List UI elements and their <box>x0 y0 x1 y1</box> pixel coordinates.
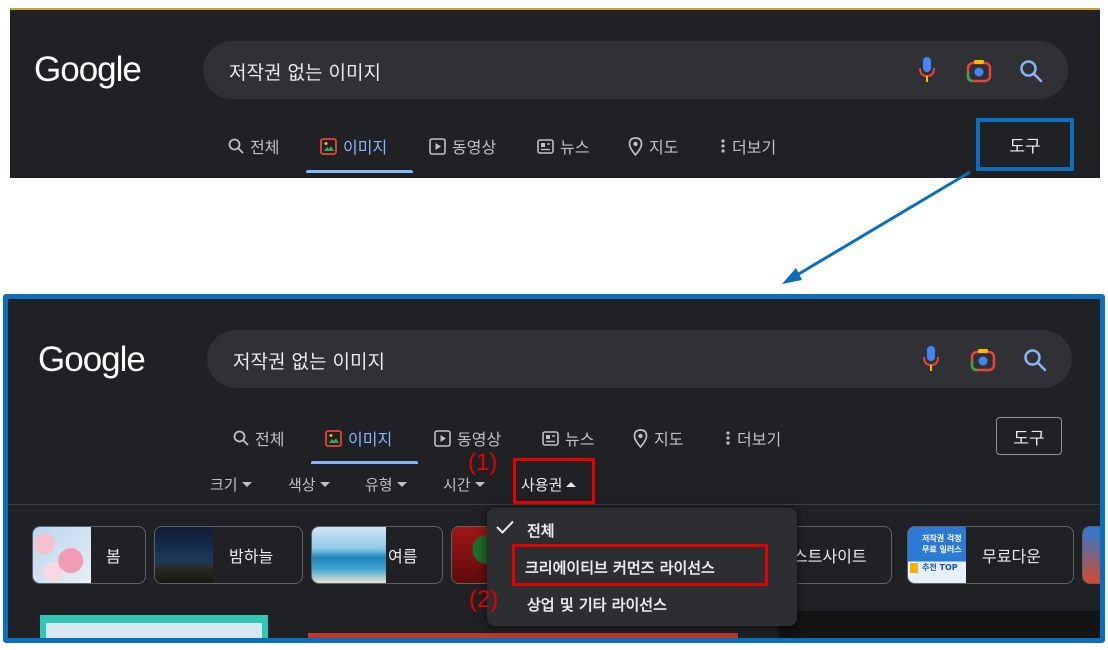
tab-maps[interactable]: 지도 <box>633 426 683 450</box>
tab-all[interactable]: 전체 <box>233 426 284 450</box>
tab-news[interactable]: 뉴스 <box>542 426 594 450</box>
annotation-arrow <box>782 170 971 284</box>
tab-images[interactable]: 이미지 <box>325 426 392 450</box>
play-icon <box>434 429 451 447</box>
filter-type[interactable]: 유형 <box>365 474 407 495</box>
filter-type-label: 유형 <box>365 476 393 494</box>
chip-thumbnail-text: 무료 일러스 <box>922 545 962 554</box>
chip-thumbnail <box>33 527 91 583</box>
license-option-all[interactable]: 전체 <box>527 520 555 541</box>
caret-down-icon <box>241 482 252 487</box>
chip-label: 밤하늘 <box>229 547 274 566</box>
annotation-step-2: (2) <box>469 586 499 613</box>
bottom-panel-frame: Google 저작권 없는 이미지 전체 이미지 동영상 뉴스 지도 더보기 도… <box>3 294 1105 643</box>
annotation-box-usage-rights <box>513 458 595 504</box>
image-icon <box>325 429 342 447</box>
chip-night-sky[interactable]: 밤하늘 <box>154 526 303 584</box>
chip-thumbnail <box>1083 527 1100 583</box>
annotation-box-creative-commons <box>512 544 768 586</box>
divider <box>8 504 1100 505</box>
caret-down-icon <box>474 482 485 487</box>
chip-thumbnail: 저작권 걱정 무료 일러스 추천 TOP <box>908 527 966 583</box>
chip-thumbnail-text: 추천 TOP <box>922 563 958 572</box>
chip-label: 무료다운 <box>982 547 1041 566</box>
chip-thumbnail-badge <box>910 563 918 573</box>
filter-time[interactable]: 시간 <box>443 474 485 495</box>
chip-thumbnail-text: 저작권 걱정 <box>922 534 962 543</box>
filter-time-label: 시간 <box>443 476 471 494</box>
chip-label: 스트사이트 <box>793 547 867 566</box>
license-option-commercial[interactable]: 상업 및 기타 라이선스 <box>527 594 667 615</box>
chip-summer[interactable]: 여름 <box>311 526 443 584</box>
microphone-icon[interactable] <box>919 346 943 372</box>
more-vert-icon <box>726 431 730 445</box>
chip-free-download[interactable]: 저작권 걱정 무료 일러스 추천 TOP 무료다운 <box>907 526 1074 584</box>
tab-videos-label: 동영상 <box>457 430 502 449</box>
annotation-step-1: (1) <box>468 449 498 476</box>
search-bar[interactable]: 저작권 없는 이미지 <box>207 330 1072 388</box>
tab-images-label: 이미지 <box>348 430 393 449</box>
image-result[interactable] <box>40 615 268 638</box>
chip-label: 봄 <box>106 547 121 566</box>
news-icon <box>542 430 559 446</box>
google-logo[interactable]: Google <box>38 340 146 380</box>
checkmark-icon <box>496 519 516 537</box>
chip-partial[interactable] <box>1082 526 1100 584</box>
image-result[interactable] <box>308 633 738 638</box>
caret-down-icon <box>319 482 330 487</box>
tools-button[interactable]: 도구 <box>996 417 1062 455</box>
chip-spring[interactable]: 봄 <box>32 526 146 584</box>
tab-more[interactable]: 더보기 <box>725 426 781 450</box>
tab-all-label: 전체 <box>255 430 285 449</box>
tab-videos[interactable]: 동영상 <box>434 426 501 450</box>
filter-size-label: 크기 <box>210 476 238 494</box>
map-pin-icon <box>633 428 648 448</box>
search-input[interactable]: 저작권 없는 이미지 <box>233 347 385 374</box>
camera-lens-icon[interactable] <box>969 347 997 373</box>
image-result[interactable] <box>778 611 1100 638</box>
search-icon[interactable] <box>1022 347 1048 373</box>
filter-size[interactable]: 크기 <box>210 474 252 495</box>
tab-more-label: 더보기 <box>737 430 782 449</box>
chip-label: 여름 <box>388 547 418 566</box>
tab-maps-label: 지도 <box>654 430 684 449</box>
caret-down-icon <box>396 482 407 487</box>
filter-color-label: 색상 <box>288 476 316 494</box>
tab-news-label: 뉴스 <box>565 430 595 449</box>
chip-thumbnail <box>312 527 386 583</box>
image-result-window <box>46 623 262 638</box>
filter-color[interactable]: 색상 <box>288 474 330 495</box>
search-icon <box>233 430 249 446</box>
active-tab-indicator <box>311 461 418 464</box>
chip-thumbnail <box>155 527 213 583</box>
